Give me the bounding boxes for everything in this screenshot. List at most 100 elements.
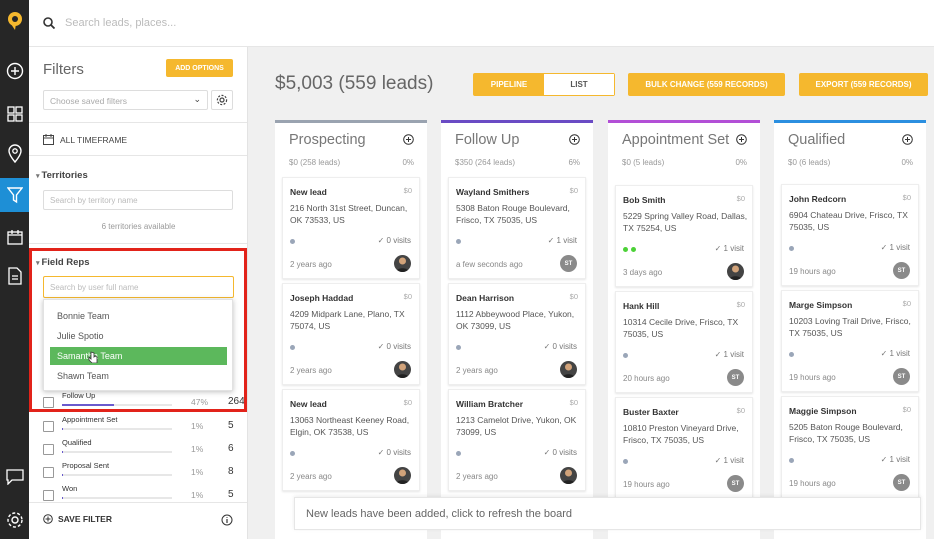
lead-card[interactable]: Buster Baxter $0 10810 Preston Vineyard … — [615, 397, 753, 499]
status-dots — [290, 345, 295, 350]
check-visit-icon: ✓ — [714, 456, 724, 465]
stage-name: Appointment Set — [62, 415, 118, 424]
export-button[interactable]: EXPORT (559 RECORDS) — [799, 73, 928, 96]
stage-checkbox[interactable] — [43, 467, 54, 478]
status-dot — [290, 239, 295, 244]
save-filter-button[interactable]: SAVE FILTER — [43, 514, 112, 524]
list-view-button[interactable]: LIST — [544, 74, 614, 95]
column-summary: $0 (258 leads) — [289, 158, 341, 167]
visits-label: 0 visits — [386, 342, 411, 351]
visits-label: 1 visit — [723, 244, 744, 253]
logo-icon[interactable] — [0, 4, 29, 38]
filters-title: Filters — [43, 61, 84, 78]
status-dot — [456, 239, 461, 244]
add-lead-icon[interactable] — [902, 134, 913, 145]
lead-card[interactable]: Wayland Smithers $0 5308 Baton Rouge Bou… — [448, 177, 586, 279]
calendar-icon — [43, 134, 54, 145]
lead-time: 19 hours ago — [789, 373, 836, 382]
check-visit-icon: ✓ — [880, 243, 890, 252]
check-visit-icon: ✓ — [714, 244, 724, 253]
lead-card[interactable]: Marge Simpson $0 10203 Loving Trail Driv… — [781, 290, 919, 392]
check-visit-icon: ✓ — [377, 448, 387, 457]
status-dots — [456, 451, 461, 456]
info-icon[interactable] — [221, 513, 233, 531]
visits-label: 0 visits — [552, 448, 577, 457]
lead-card[interactable]: Joseph Haddad $0 4209 Midpark Lane, Plan… — [282, 283, 420, 385]
stage-filter-qualified[interactable]: Qualified 1% 6 — [43, 438, 243, 460]
lead-name: New lead — [290, 187, 327, 197]
stage-checkbox[interactable] — [43, 421, 54, 432]
settings-gear-icon[interactable] — [0, 503, 29, 537]
pipeline-view-button[interactable]: PIPELINE — [474, 74, 544, 95]
stage-name: Qualified — [62, 438, 92, 447]
lead-card[interactable]: Maggie Simpson $0 5205 Baton Rouge Boule… — [781, 396, 919, 498]
status-dot — [623, 353, 628, 358]
saved-filters-select[interactable]: Choose saved filters ⌄ — [43, 90, 208, 110]
lead-name: Dean Harrison — [456, 293, 515, 303]
lead-value: $0 — [902, 405, 911, 414]
grid-icon[interactable] — [0, 97, 29, 131]
status-dot — [789, 352, 794, 357]
stage-checkbox[interactable] — [43, 444, 54, 455]
timeframe-filter[interactable]: ALL TIMEFRAME — [43, 134, 127, 145]
bulk-change-button[interactable]: BULK CHANGE (559 RECORDS) — [628, 73, 785, 96]
top-bar — [29, 0, 934, 47]
lead-card[interactable]: John Redcorn $0 6904 Chateau Drive, Fris… — [781, 184, 919, 286]
status-dots — [456, 239, 461, 244]
add-circle-icon[interactable] — [0, 54, 29, 88]
visits: ✓ 0 visits — [378, 236, 411, 245]
territory-search-input[interactable]: Search by territory name — [43, 190, 233, 210]
visits-label: 1 visit — [556, 236, 577, 245]
visits: ✓ 0 visits — [544, 448, 577, 457]
avatar — [727, 263, 744, 280]
lead-name: John Redcorn — [789, 194, 847, 204]
status-dots — [290, 451, 295, 456]
lead-value: $0 — [403, 186, 412, 195]
document-icon[interactable] — [0, 259, 29, 293]
calendar-icon[interactable] — [0, 220, 29, 254]
visits: ✓ 1 visit — [715, 350, 744, 359]
add-lead-icon[interactable] — [403, 134, 414, 145]
divider — [29, 122, 247, 123]
add-options-button[interactable]: ADD OPTIONS — [166, 59, 233, 77]
avatar — [394, 361, 411, 378]
add-lead-icon[interactable] — [569, 134, 580, 145]
map-pin-icon[interactable] — [0, 137, 29, 171]
territories-section-title[interactable]: Territories — [36, 170, 87, 181]
status-dot — [290, 451, 295, 456]
filter-icon[interactable] — [0, 178, 29, 212]
lead-value: $0 — [569, 186, 578, 195]
status-dots — [789, 352, 794, 357]
lead-card[interactable]: William Bratcher $0 1213 Camelot Drive, … — [448, 389, 586, 491]
lead-card[interactable]: New lead $0 216 North 31st Street, Dunca… — [282, 177, 420, 279]
stage-checkbox[interactable] — [43, 490, 54, 501]
lead-card[interactable]: Bob Smith $0 5229 Spring Valley Road, Da… — [615, 185, 753, 287]
pipeline-column-appointment-set: Appointment Set $0 (5 leads) 0% Bob Smit… — [608, 120, 760, 539]
lead-time: 19 hours ago — [623, 480, 670, 489]
avatar — [560, 467, 577, 484]
avatar: ST — [560, 255, 577, 272]
search-icon — [43, 16, 56, 34]
stage-filter-appointment-set[interactable]: Appointment Set 1% 5 — [43, 415, 243, 437]
lead-card[interactable]: Hank Hill $0 10314 Cecile Drive, Frisco,… — [615, 291, 753, 393]
visits-label: 1 visit — [723, 456, 744, 465]
chat-icon[interactable] — [0, 460, 29, 494]
lead-value: $0 — [902, 193, 911, 202]
search-input[interactable] — [65, 10, 565, 36]
column-percent: 6% — [568, 158, 580, 167]
add-lead-icon[interactable] — [736, 134, 747, 145]
lead-card[interactable]: Dean Harrison $0 1112 Abbeywood Place, Y… — [448, 283, 586, 385]
view-toggle: PIPELINE LIST — [473, 73, 615, 96]
stage-percent: 1% — [191, 421, 204, 431]
lead-address: 1213 Camelot Drive, Yukon, OK 73099, US — [456, 415, 577, 437]
avatar: ST — [893, 262, 910, 279]
stage-filter-proposal-sent[interactable]: Proposal Sent 1% 8 — [43, 461, 243, 483]
visits-label: 0 visits — [552, 342, 577, 351]
pipeline-column-prospecting: Prospecting $0 (258 leads) 0% New lead $… — [275, 120, 427, 539]
lead-card[interactable]: New lead $0 13063 Northeast Keeney Road,… — [282, 389, 420, 491]
status-dots — [623, 459, 628, 464]
stage-progress — [62, 497, 172, 499]
lead-time: 3 days ago — [623, 268, 663, 277]
filter-settings-button[interactable] — [211, 90, 233, 110]
refresh-board-toast[interactable]: New leads have been added, click to refr… — [294, 497, 921, 530]
